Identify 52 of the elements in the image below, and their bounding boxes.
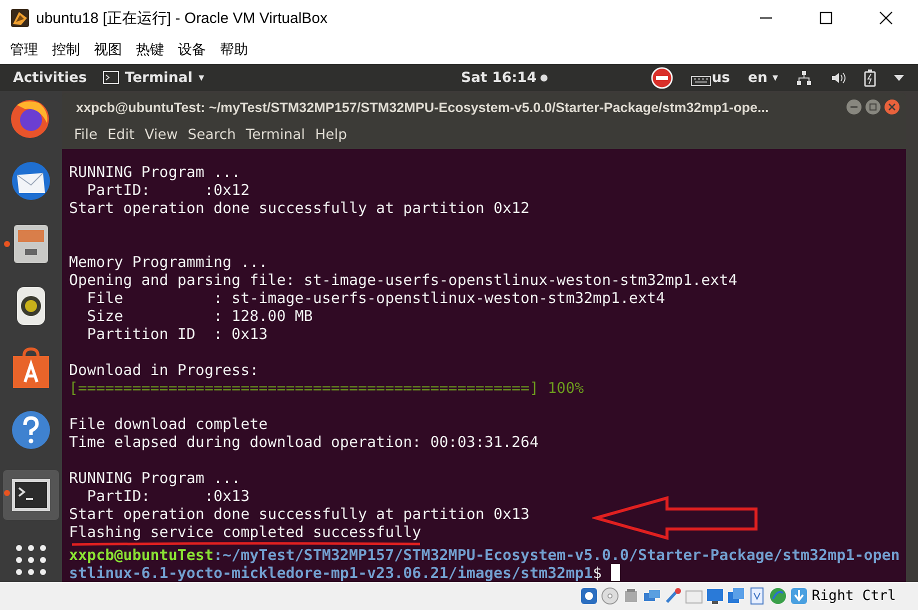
menu-item[interactable]: File (74, 127, 98, 143)
globe-icon[interactable] (768, 587, 787, 605)
output-line: Opening and parsing file: st-image-userfs-openstlinux-weston-stm32mp1.ext4 (69, 271, 738, 289)
app-menu-button[interactable]: Terminal ▾ (102, 70, 204, 86)
display-icon[interactable] (706, 587, 724, 605)
no-entry-icon[interactable] (650, 66, 673, 88)
output-line: RUNNING Program ... (69, 469, 241, 487)
clock-button[interactable]: Sat 16:14 (461, 70, 548, 86)
close-icon[interactable] (878, 10, 894, 26)
output-line: Time elapsed during download operation: 00:03:31.264 (69, 433, 539, 451)
output-line: File : st-image-userfs-openstlinux-weston-stm32mp1.ext4 (86, 289, 666, 307)
output-line: PartID: :0x12 (86, 181, 250, 199)
menu-item[interactable]: 设备 (176, 41, 208, 59)
app-icon (10, 8, 30, 28)
menu-item[interactable]: Search (188, 127, 236, 143)
output-line: Flashing service completed successfully (69, 523, 422, 541)
window-title: ubuntu18 [正在运行] - Oracle VM VirtualBox (36, 8, 329, 28)
output-line: File download complete (69, 415, 268, 433)
text-cursor (610, 564, 620, 581)
menu-item[interactable]: Help (315, 127, 347, 143)
dock-item-highlight[interactable] (3, 470, 59, 520)
output-line: Partition ID : 0x13 (86, 325, 268, 343)
notification-dot-icon (540, 74, 548, 82)
caret-icon[interactable] (894, 74, 904, 80)
menu-item[interactable]: Edit (107, 127, 135, 143)
output-line: PartID: :0x13 (86, 487, 250, 505)
host-key-label: Right Ctrl (812, 588, 896, 604)
battery-icon[interactable] (864, 68, 876, 86)
command-prompt: xxpcb@ubuntuTest:~/myTest/STM32MP157/STM32MPU-Ecosystem-v5.0.0/Starter-Package/stm32mp1-openstlinux-6.1-yocto-mickledore-mp1-v23.06.21/images/stm32mp1$ (69, 546, 900, 582)
download-icon[interactable] (790, 587, 808, 605)
output-line: Start operation done successfully at partition 0x13 (69, 505, 530, 523)
activities-button[interactable]: Activities (13, 70, 87, 86)
menu-item[interactable]: 热键 (134, 41, 166, 59)
maximize-icon[interactable] (818, 10, 834, 26)
output-line: RUNNING Program ... (69, 163, 241, 181)
output-line: Memory Programming ... (69, 253, 268, 271)
menu-item[interactable]: 帮助 (218, 41, 250, 59)
menu-item[interactable]: 管理 (8, 41, 40, 59)
menu-item[interactable]: 视图 (92, 41, 124, 59)
output-line: Download in Progress: (69, 361, 259, 379)
terminal-title: xxpcb@ubuntuTest: ~/myTest/STM32MP157/STM32MPU-Ecosystem-v5.0.0/Starter-Package/stm32mp1-ope... (76, 100, 770, 114)
keyboard-layout-button[interactable]: us (690, 70, 730, 86)
output-line: Size : 128.00 MB (86, 307, 313, 325)
menu-item[interactable]: 控制 (50, 41, 82, 59)
language-button[interactable]: en ▾ (748, 70, 778, 86)
output-line: Start operation done successfully at partition 0x12 (69, 199, 530, 217)
menu-item[interactable]: Terminal (246, 127, 306, 143)
terminal-icon (102, 71, 119, 84)
menu-item[interactable]: View (144, 127, 178, 143)
keyboard-icon (690, 76, 711, 86)
screen-icon[interactable] (726, 587, 745, 605)
progress-text: [==================================================] 100% (69, 379, 584, 397)
